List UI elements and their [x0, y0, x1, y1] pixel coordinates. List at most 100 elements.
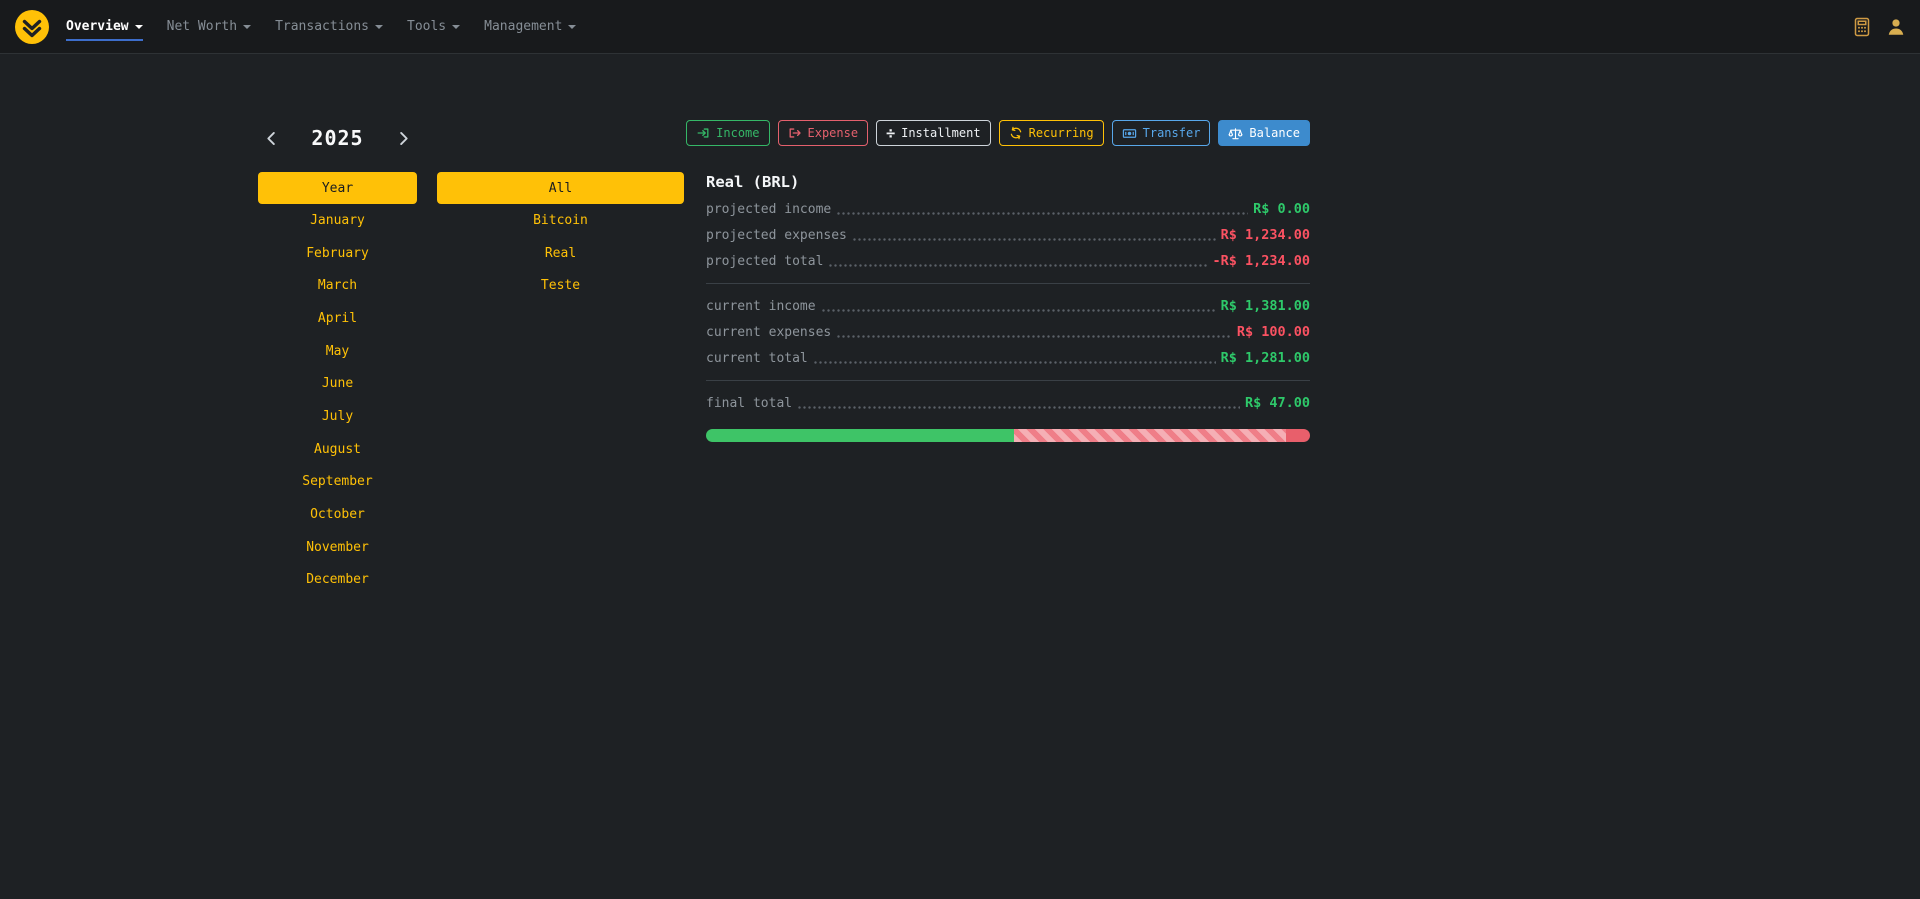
period-column: 2025 Year January February March April M… — [258, 120, 417, 596]
account-teste[interactable]: Teste — [437, 269, 684, 302]
navbar-right — [1852, 17, 1906, 37]
chevron-right-icon — [395, 130, 412, 147]
dotted-leader — [828, 264, 1207, 267]
user-icon[interactable] — [1886, 17, 1906, 37]
top-navbar: Overview Net Worth Transactions Tools Ma… — [0, 0, 1920, 54]
progress-income-segment — [706, 429, 1014, 442]
account-real[interactable]: Real — [437, 237, 684, 270]
month-september[interactable]: September — [258, 466, 417, 499]
recurring-button[interactable]: Recurring — [999, 120, 1104, 146]
nav-item-transactions[interactable]: Transactions — [275, 13, 383, 41]
app-logo[interactable] — [14, 9, 50, 45]
row-label: projected income — [706, 202, 831, 217]
box-arrow-right-icon — [788, 126, 802, 140]
dotted-leader — [821, 309, 1216, 312]
chevron-down-icon — [452, 25, 460, 29]
month-february[interactable]: February — [258, 237, 417, 270]
account-bitcoin[interactable]: Bitcoin — [437, 204, 684, 237]
progress-expense-solid-segment — [1286, 429, 1310, 442]
nav-label: Overview — [66, 19, 129, 34]
month-december[interactable]: December — [258, 564, 417, 597]
scale-icon — [1228, 126, 1243, 141]
income-expense-progress-bar — [706, 429, 1310, 442]
chevron-left-icon — [263, 130, 280, 147]
month-july[interactable]: July — [258, 400, 417, 433]
row-label: current income — [706, 299, 816, 314]
dotted-leader — [797, 406, 1240, 409]
month-november[interactable]: November — [258, 531, 417, 564]
month-august[interactable]: August — [258, 433, 417, 466]
transfer-button[interactable]: Transfer — [1112, 120, 1211, 146]
current-year: 2025 — [311, 126, 363, 150]
previous-year-button[interactable] — [261, 128, 282, 149]
month-january[interactable]: January — [258, 204, 417, 237]
cash-icon — [1122, 126, 1137, 141]
repeat-icon — [1009, 126, 1023, 140]
month-april[interactable]: April — [258, 302, 417, 335]
currency-section-title: Real (BRL) — [706, 173, 1310, 191]
chip-label: Income — [716, 126, 759, 140]
dotted-leader — [852, 238, 1216, 241]
month-list: January February March April May June Ju… — [258, 204, 417, 596]
summary-row-current-total: current total R$ 1,281.00 — [706, 345, 1310, 371]
summary-row-projected-total: projected total -R$ 1,234.00 — [706, 248, 1310, 274]
chevron-down-icon — [568, 25, 576, 29]
row-label: current total — [706, 351, 808, 366]
main-nav: Overview Net Worth Transactions Tools Ma… — [66, 13, 576, 41]
row-label: final total — [706, 396, 792, 411]
dotted-leader — [836, 212, 1248, 215]
accounts-column: All Bitcoin Real Teste — [437, 172, 684, 302]
chip-label: Installment — [901, 126, 980, 140]
division-icon: ÷ — [886, 126, 895, 141]
balance-button[interactable]: Balance — [1218, 120, 1310, 146]
chip-label: Expense — [808, 126, 859, 140]
year-button[interactable]: Year — [258, 172, 417, 204]
box-arrow-in-right-icon — [696, 126, 710, 140]
summary-row-final-total: final total R$ 47.00 — [706, 390, 1310, 416]
row-label: current expenses — [706, 325, 831, 340]
dotted-leader — [813, 361, 1216, 364]
all-accounts-button[interactable]: All — [437, 172, 684, 204]
row-value: R$ 47.00 — [1245, 395, 1310, 411]
summary-divider — [706, 380, 1310, 381]
summary-row-current-income: current income R$ 1,381.00 — [706, 293, 1310, 319]
row-value: R$ 1,381.00 — [1221, 298, 1310, 314]
installment-button[interactable]: ÷ Installment — [876, 120, 991, 146]
next-year-button[interactable] — [393, 128, 414, 149]
nav-label: Tools — [407, 19, 446, 34]
nav-item-net-worth[interactable]: Net Worth — [167, 13, 251, 41]
chip-label: Transfer — [1143, 126, 1201, 140]
row-value: R$ 0.00 — [1253, 201, 1310, 217]
month-october[interactable]: October — [258, 498, 417, 531]
expense-button[interactable]: Expense — [778, 120, 869, 146]
nav-item-overview[interactable]: Overview — [66, 13, 143, 41]
nav-label: Net Worth — [167, 19, 237, 34]
month-march[interactable]: March — [258, 269, 417, 302]
month-may[interactable]: May — [258, 335, 417, 368]
month-june[interactable]: June — [258, 367, 417, 400]
nav-item-tools[interactable]: Tools — [407, 13, 460, 41]
chevron-down-icon — [135, 25, 143, 29]
summary-row-projected-expenses: projected expenses R$ 1,234.00 — [706, 222, 1310, 248]
row-value: R$ 1,234.00 — [1221, 227, 1310, 243]
year-navigation: 2025 — [258, 120, 417, 156]
row-value: -R$ 1,234.00 — [1212, 253, 1310, 269]
summary-row-projected-income: projected income R$ 0.00 — [706, 196, 1310, 222]
row-label: projected expenses — [706, 228, 847, 243]
double-chevron-logo-icon — [14, 9, 50, 45]
nav-label: Transactions — [275, 19, 369, 34]
nav-label: Management — [484, 19, 562, 34]
nav-item-management[interactable]: Management — [484, 13, 576, 41]
account-list: Bitcoin Real Teste — [437, 204, 684, 302]
chevron-down-icon — [375, 25, 383, 29]
dotted-leader — [836, 335, 1232, 338]
row-value: R$ 1,281.00 — [1221, 350, 1310, 366]
income-button[interactable]: Income — [686, 120, 769, 146]
chevron-down-icon — [243, 25, 251, 29]
main-content: 2025 Year January February March April M… — [0, 54, 1920, 899]
chip-label: Balance — [1249, 126, 1300, 140]
calculator-icon[interactable] — [1852, 17, 1872, 37]
transaction-action-bar: Income Expense ÷ Installment Recurring — [706, 120, 1310, 146]
row-label: projected total — [706, 254, 823, 269]
chip-label: Recurring — [1029, 126, 1094, 140]
